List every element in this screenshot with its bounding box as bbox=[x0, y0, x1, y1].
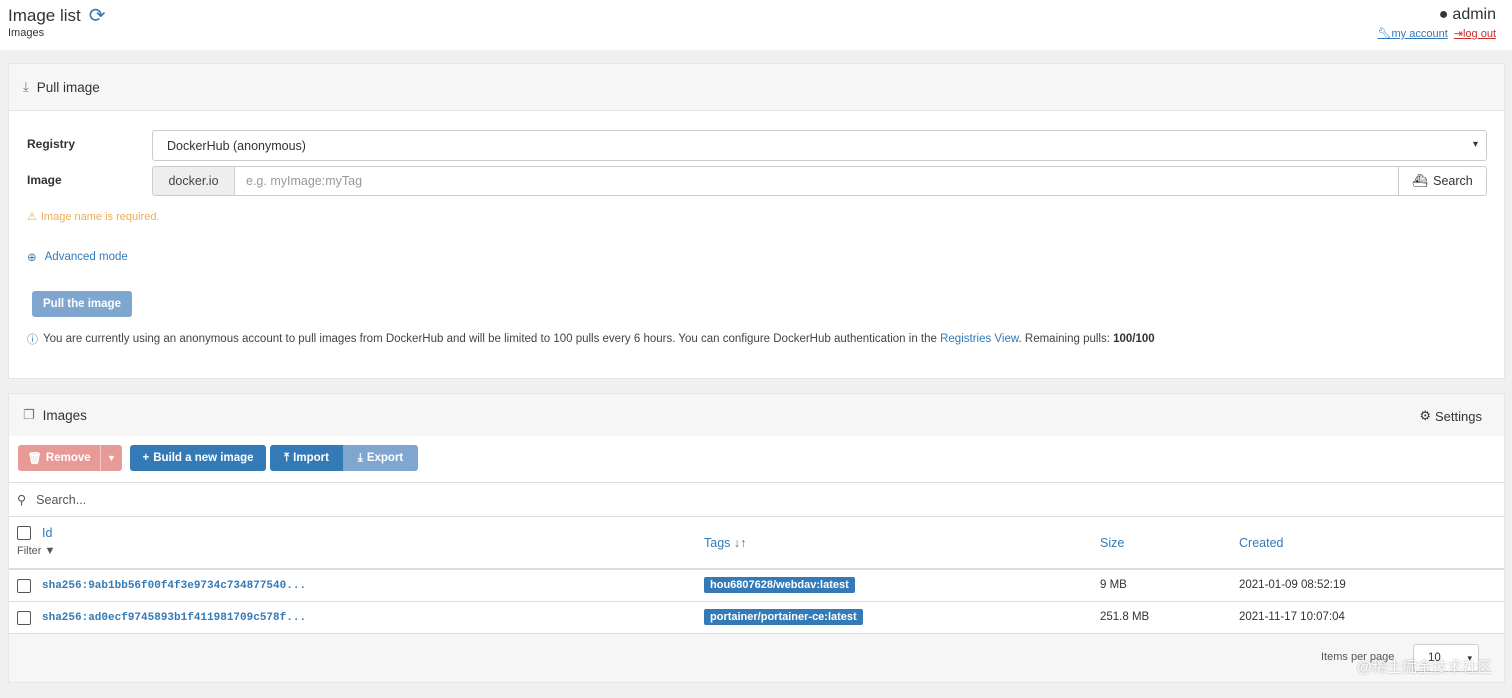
row-checkbox[interactable] bbox=[17, 579, 31, 593]
actions-bar: 🗑︎ Remove ▼ + Build a new image ⤒ Import… bbox=[9, 436, 1504, 482]
filter-icon: ▼ bbox=[44, 545, 56, 557]
images-title: Images bbox=[42, 407, 87, 423]
wrench-icon: 🔧︎ bbox=[1377, 28, 1392, 40]
search-icon: ⚲ bbox=[17, 493, 27, 507]
image-label: Image bbox=[27, 173, 62, 187]
build-label: Build a new image bbox=[153, 452, 254, 464]
pull-image-header: ⤓ Pull image bbox=[9, 64, 1504, 111]
clone-icon: ❐ bbox=[23, 407, 35, 422]
registry-label: Registry bbox=[27, 137, 76, 151]
remove-dropdown-toggle[interactable]: ▼ bbox=[100, 445, 122, 471]
select-all-checkbox[interactable] bbox=[17, 526, 31, 540]
registries-view-link[interactable]: Registries View bbox=[940, 333, 1018, 345]
pull-image-button[interactable]: Pull the image bbox=[32, 291, 132, 317]
registry-select-value: DockerHub (anonymous) bbox=[167, 138, 306, 153]
registry-prefix: docker.io bbox=[152, 166, 235, 196]
column-size[interactable]: Size bbox=[1100, 536, 1124, 550]
table-row: sha256:ad0ecf9745893b1f411981709c578f...… bbox=[9, 602, 1504, 634]
remaining-pulls-value: 100/100 bbox=[1113, 333, 1155, 345]
import-label: Import bbox=[293, 452, 329, 464]
row-checkbox[interactable] bbox=[17, 611, 31, 625]
validation-warning: ⚠ Image name is required. bbox=[27, 210, 160, 224]
pull-image-title: Pull image bbox=[36, 79, 100, 95]
build-image-button[interactable]: + Build a new image bbox=[130, 445, 266, 471]
info-icon: ⓘ bbox=[27, 334, 38, 346]
table-header: Id Filter ▼ Tags ↓↑ Size Created bbox=[9, 517, 1504, 570]
image-size: 9 MB bbox=[1100, 579, 1127, 591]
warning-icon: ⚠ bbox=[27, 211, 37, 223]
user-icon: ● bbox=[1438, 6, 1449, 23]
tags-label: Tags bbox=[704, 536, 731, 550]
page-title-container: Image list ⟳ bbox=[8, 6, 106, 26]
log-out-link[interactable]: ⇥log out bbox=[1454, 27, 1496, 40]
trash-icon: 🗑︎ bbox=[27, 453, 42, 465]
import-button[interactable]: ⤒ Import bbox=[270, 445, 343, 471]
remove-button[interactable]: 🗑︎ Remove bbox=[18, 445, 100, 471]
images-header: ❐ Images ⚙ Settings bbox=[9, 394, 1504, 436]
plus-icon: + bbox=[142, 452, 150, 464]
info-text: You are currently using an anonymous acc… bbox=[43, 333, 1155, 345]
image-created: 2021-01-09 08:52:19 bbox=[1239, 579, 1346, 591]
my-account-link[interactable]: 🔧︎my account bbox=[1378, 27, 1448, 40]
filter-label: Filter bbox=[17, 545, 42, 557]
column-id[interactable]: Id bbox=[42, 526, 52, 540]
sort-icon: ↓↑ bbox=[733, 536, 747, 550]
page-title: Image list bbox=[8, 6, 81, 25]
column-created[interactable]: Created bbox=[1239, 536, 1283, 550]
docker-icon: ⛴ bbox=[1412, 173, 1429, 188]
images-panel: ❐ Images ⚙ Settings 🗑︎ Remove ▼ + Build … bbox=[8, 393, 1505, 683]
advanced-mode-label: Advanced mode bbox=[44, 251, 128, 263]
table-row: sha256:9ab1bb56f00f4f3e9734c734877540...… bbox=[9, 570, 1504, 602]
pull-image-panel: ⤓ Pull image Registry DockerHub (anonymo… bbox=[8, 63, 1505, 379]
username: admin bbox=[1452, 6, 1496, 23]
chevron-down-icon: ▾ bbox=[1472, 139, 1478, 150]
remove-label: Remove bbox=[45, 452, 91, 464]
image-search-bar[interactable]: ⚲ Search... bbox=[9, 482, 1504, 517]
settings-label: Settings bbox=[1435, 408, 1482, 424]
info-text-body: You are currently using an anonymous acc… bbox=[43, 333, 937, 345]
remaining-pulls-label: . Remaining pulls: bbox=[1018, 333, 1110, 345]
download-icon: ⤓ bbox=[357, 451, 363, 464]
breadcrumb: Images bbox=[8, 27, 45, 39]
advanced-mode-link[interactable]: ⊕ Advanced mode bbox=[27, 250, 128, 264]
image-id-link[interactable]: sha256:ad0ecf9745893b1f411981709c578f... bbox=[42, 612, 306, 624]
user-links: 🔧︎my account ⇥log out bbox=[1378, 27, 1496, 40]
warning-text: Image name is required. bbox=[40, 210, 160, 223]
sign-out-icon: ⇥ bbox=[1453, 28, 1463, 40]
caret-down-icon: ▼ bbox=[107, 453, 116, 463]
refresh-icon[interactable]: ⟳ bbox=[89, 6, 106, 26]
settings-button[interactable]: ⚙ Settings bbox=[1419, 408, 1482, 424]
column-tags[interactable]: Tags ↓↑ bbox=[704, 536, 746, 550]
registry-select[interactable]: DockerHub (anonymous) ▾ bbox=[152, 130, 1487, 161]
image-created: 2021-11-17 10:07:04 bbox=[1239, 611, 1345, 623]
top-bar: Image list ⟳ Images ● admin 🔧︎my account… bbox=[0, 0, 1512, 50]
image-tag: hou6807628/webdav:latest bbox=[704, 577, 855, 593]
user-info: ● admin bbox=[1439, 6, 1496, 24]
dockerhub-info: ⓘ You are currently using an anonymous a… bbox=[27, 331, 1155, 347]
search-button-label: Search bbox=[1433, 174, 1473, 188]
image-tag: portainer/portainer-ce:latest bbox=[704, 609, 863, 625]
image-name-input[interactable]: e.g. myImage:myTag bbox=[235, 166, 1399, 196]
id-filter[interactable]: Filter ▼ bbox=[17, 545, 55, 557]
upload-icon: ⤒ bbox=[284, 451, 290, 464]
watermark: @稀土掘金技术社区 bbox=[1356, 659, 1492, 676]
image-size: 251.8 MB bbox=[1100, 611, 1150, 623]
image-id-link[interactable]: sha256:9ab1bb56f00f4f3e9734c734877540... bbox=[42, 580, 306, 592]
search-input[interactable]: Search... bbox=[36, 493, 86, 507]
download-icon: ⤓ bbox=[23, 79, 29, 94]
gear-icon: ⚙ bbox=[1419, 408, 1432, 423]
globe-icon: ⊕ bbox=[27, 252, 37, 264]
search-button[interactable]: ⛴ Search bbox=[1399, 166, 1487, 196]
export-label: Export bbox=[366, 452, 404, 464]
image-input-group: docker.io e.g. myImage:myTag ⛴ Search bbox=[152, 166, 1487, 196]
export-button[interactable]: ⤓ Export bbox=[343, 445, 418, 471]
